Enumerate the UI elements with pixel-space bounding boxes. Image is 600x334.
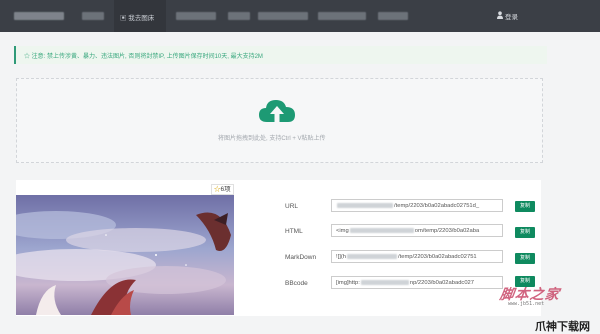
nav-item-1[interactable] (82, 12, 104, 20)
notice-banner: ☆ 注意: 禁上传涉黄、暴力、违法图片, 否则将封禁IP, 上传图片保存时间10… (14, 46, 547, 64)
badge-label: 6项 (220, 186, 231, 193)
watermark-site: www.jb51.net (508, 301, 545, 307)
copy-url-button[interactable]: 复制 (515, 201, 535, 212)
row-label-html: HTML (285, 228, 303, 235)
markdown-field[interactable]: ![](h/temp/2203/b0a02abadc02751 (331, 250, 503, 263)
cloud-upload-icon (259, 100, 295, 122)
notice-text: ☆ 注意: 禁上传涉黄、暴力、违法图片, 否则将封禁IP, 上传图片保存时间10… (24, 54, 263, 60)
nav-item-active[interactable]: ▣ 我去图床 (120, 12, 154, 22)
uploaded-image-preview[interactable] (16, 195, 234, 315)
row-label-url: URL (285, 203, 299, 210)
dropzone-hint: 将图片拖拽到此处, 支持Ctrl + V粘贴上传 (218, 136, 326, 142)
login-link[interactable]: 登录 (505, 11, 518, 21)
nav-item-4[interactable] (228, 12, 250, 20)
user-icon (497, 11, 503, 19)
bbcode-field[interactable]: [img]http: np/2203/b0a02abadc027 (331, 276, 503, 289)
image-count-badge: ☆6项 (211, 184, 234, 195)
row-label-markdown: MarkDown (285, 254, 317, 261)
nav-item-7[interactable] (378, 12, 408, 20)
html-field[interactable]: <img om/temp/2203/b0a02aba (331, 224, 503, 237)
row-label-bbcode: BBcode (285, 280, 308, 287)
url-field[interactable]: /temp/2203/b0a02abadc02751d_ (331, 199, 503, 212)
site-logo[interactable] (14, 12, 64, 20)
copy-markdown-button[interactable]: 复制 (515, 253, 535, 264)
copy-html-button[interactable]: 复制 (515, 227, 535, 238)
nav-item-3[interactable] (176, 12, 216, 20)
nav-item-6[interactable] (318, 12, 366, 20)
nav-item-5[interactable] (258, 12, 308, 20)
